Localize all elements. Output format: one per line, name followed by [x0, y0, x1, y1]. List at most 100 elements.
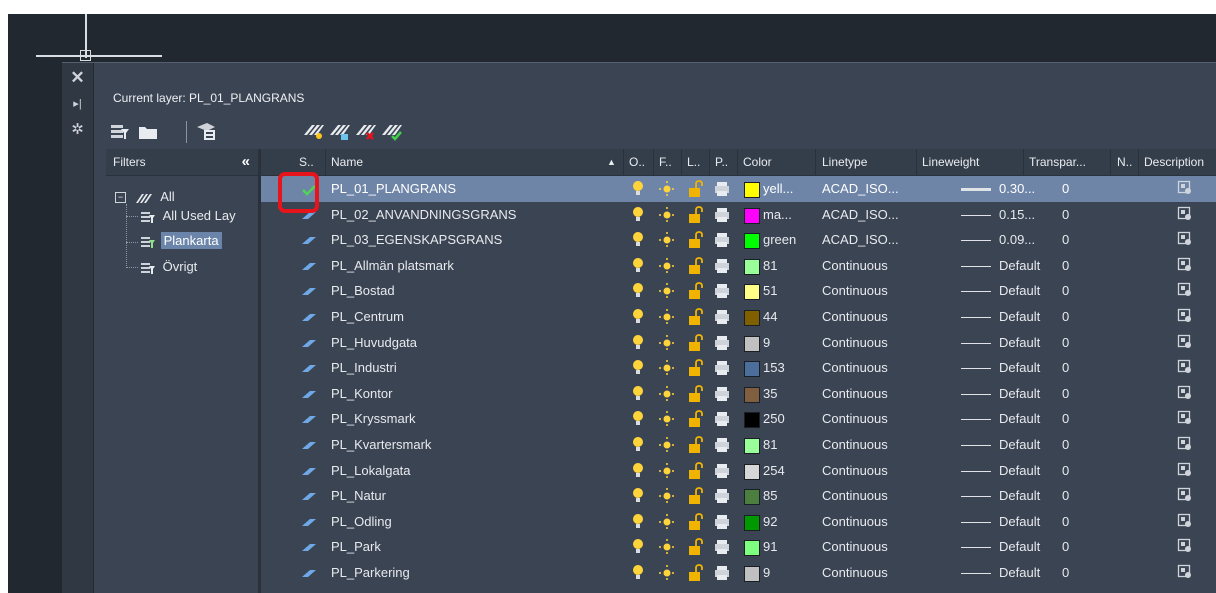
sun-thawed-icon[interactable] [658, 436, 676, 457]
transparency-value[interactable]: 0 [1062, 437, 1092, 452]
layer-name[interactable]: PL_Huvudgata [331, 335, 611, 350]
column-transparency[interactable]: Transpar... [1029, 155, 1086, 169]
lineweight-value[interactable]: Default [999, 309, 1059, 324]
color-swatch[interactable] [744, 463, 760, 480]
unlocked-icon[interactable] [687, 180, 703, 201]
lightbulb-on-icon[interactable] [631, 180, 645, 201]
lineweight-value[interactable]: Default [999, 565, 1059, 580]
new-group-filter-icon[interactable] [137, 121, 159, 141]
color-value[interactable]: green [763, 232, 813, 247]
layer-name[interactable]: PL_Allmän platsmark [331, 258, 611, 273]
sun-thawed-icon[interactable] [658, 487, 676, 508]
lineweight-value[interactable]: Default [999, 335, 1059, 350]
layer-name[interactable]: PL_Centrum [331, 309, 611, 324]
unlocked-icon[interactable] [687, 333, 703, 355]
layer-row[interactable]: PL_Huvudgata 9 Continuous Default 0 [261, 330, 1216, 356]
column-plot[interactable]: P.. [715, 155, 728, 169]
new-vp-freeze-icon[interactable] [1177, 538, 1193, 557]
column-divider[interactable] [623, 149, 624, 175]
layer-status-icon[interactable] [301, 285, 317, 297]
lineweight-value[interactable]: Default [999, 386, 1059, 401]
column-lineweight[interactable]: Lineweight [922, 155, 979, 169]
linetype-value[interactable]: ACAD_ISO... [822, 181, 914, 196]
column-status[interactable]: S.. [299, 155, 314, 169]
color-value[interactable]: 35 [763, 386, 813, 401]
linetype-value[interactable]: Continuous [822, 437, 914, 452]
color-swatch[interactable] [744, 335, 760, 352]
column-divider[interactable] [1023, 149, 1024, 175]
new-vp-freeze-icon[interactable] [1177, 334, 1193, 353]
lightbulb-on-icon[interactable] [631, 462, 645, 483]
layer-row[interactable]: PL_Bostad 51 Continuous Default 0 [261, 278, 1216, 304]
layer-row[interactable]: PL_Odling 92 Continuous Default 0 [261, 509, 1216, 535]
transparency-value[interactable]: 0 [1062, 463, 1092, 478]
lightbulb-on-icon[interactable] [631, 564, 645, 585]
new-vp-freeze-icon[interactable] [1177, 180, 1193, 199]
new-property-filter-icon[interactable] [109, 121, 131, 141]
column-on[interactable]: O.. [629, 155, 645, 169]
transparency-value[interactable]: 0 [1062, 207, 1092, 222]
layer-row[interactable]: PL_Industri 153 Continuous Default 0 [261, 355, 1216, 381]
layer-row[interactable]: PL_Parkering 9 Continuous Default 0 [261, 560, 1216, 586]
lineweight-value[interactable]: Default [999, 539, 1059, 554]
layer-name[interactable]: PL_Lokalgata [331, 463, 611, 478]
unlocked-icon[interactable] [687, 564, 703, 585]
linetype-value[interactable]: Continuous [822, 283, 914, 298]
column-new-vp-freeze[interactable]: N.. [1117, 155, 1132, 169]
transparency-value[interactable]: 0 [1062, 258, 1092, 273]
collapse-filters-button[interactable]: « [242, 153, 250, 170]
new-layer-vp-frozen-icon[interactable] [328, 121, 350, 141]
linetype-value[interactable]: Continuous [822, 514, 914, 529]
linetype-value[interactable]: Continuous [822, 463, 914, 478]
layer-states-manager-icon[interactable] [195, 121, 217, 141]
column-divider[interactable] [815, 149, 816, 175]
color-swatch[interactable] [744, 566, 760, 582]
layer-name[interactable]: PL_03_EGENSKAPSGRANS [331, 232, 611, 247]
printer-icon[interactable] [713, 462, 731, 483]
filter-plankarta[interactable]: Plankarta [140, 232, 222, 249]
layer-status-icon[interactable] [301, 439, 317, 451]
layer-name[interactable]: PL_Odling [331, 514, 611, 529]
linetype-value[interactable]: Continuous [822, 411, 914, 426]
layer-status-icon[interactable] [301, 541, 317, 553]
column-linetype[interactable]: Linetype [822, 155, 867, 169]
drawing-area[interactable]: ✕ ▸| ✲ Current layer: PL_01_PLANGRANS Fi… [8, 14, 1216, 593]
new-vp-freeze-icon[interactable] [1177, 487, 1193, 506]
color-value[interactable]: 9 [763, 565, 813, 580]
pin-icon[interactable]: ▸| [62, 95, 93, 113]
column-divider[interactable] [653, 149, 654, 175]
printer-icon[interactable] [713, 436, 731, 457]
column-divider[interactable] [325, 149, 326, 175]
lineweight-value[interactable]: Default [999, 283, 1059, 298]
color-swatch[interactable] [744, 207, 760, 224]
color-swatch[interactable] [744, 540, 760, 557]
layer-row[interactable]: PL_03_EGENSKAPSGRANS green ACAD_ISO... 0.09… [261, 227, 1216, 253]
new-layer-icon[interactable] [302, 121, 324, 141]
printer-icon[interactable] [713, 231, 731, 252]
sun-thawed-icon[interactable] [658, 564, 676, 585]
sun-thawed-icon[interactable] [658, 206, 676, 227]
unlocked-icon[interactable] [687, 512, 703, 534]
printer-icon[interactable] [713, 257, 731, 278]
lineweight-value[interactable]: 0.09... [999, 232, 1059, 247]
set-current-icon[interactable] [380, 121, 402, 141]
unlocked-icon[interactable] [687, 436, 703, 457]
color-value[interactable]: 51 [763, 283, 813, 298]
column-description[interactable]: Description [1144, 155, 1204, 169]
color-swatch[interactable] [744, 386, 760, 403]
new-vp-freeze-icon[interactable] [1177, 231, 1193, 250]
sun-thawed-icon[interactable] [658, 257, 676, 278]
layer-row[interactable]: PL_Kontor 35 Continuous Default 0 [261, 381, 1216, 407]
column-divider[interactable] [737, 149, 738, 175]
layer-row[interactable]: PL_Kvartersmark 81 Continuous Default 0 [261, 432, 1216, 458]
transparency-value[interactable]: 0 [1062, 232, 1092, 247]
column-color[interactable]: Color [743, 155, 772, 169]
lightbulb-on-icon[interactable] [631, 282, 645, 303]
new-vp-freeze-icon[interactable] [1177, 385, 1193, 404]
transparency-value[interactable]: 0 [1062, 565, 1092, 580]
color-value[interactable]: ma... [763, 207, 813, 222]
color-swatch[interactable] [744, 284, 760, 301]
color-swatch[interactable] [744, 258, 760, 275]
lightbulb-on-icon[interactable] [631, 308, 645, 329]
printer-icon[interactable] [713, 564, 731, 585]
